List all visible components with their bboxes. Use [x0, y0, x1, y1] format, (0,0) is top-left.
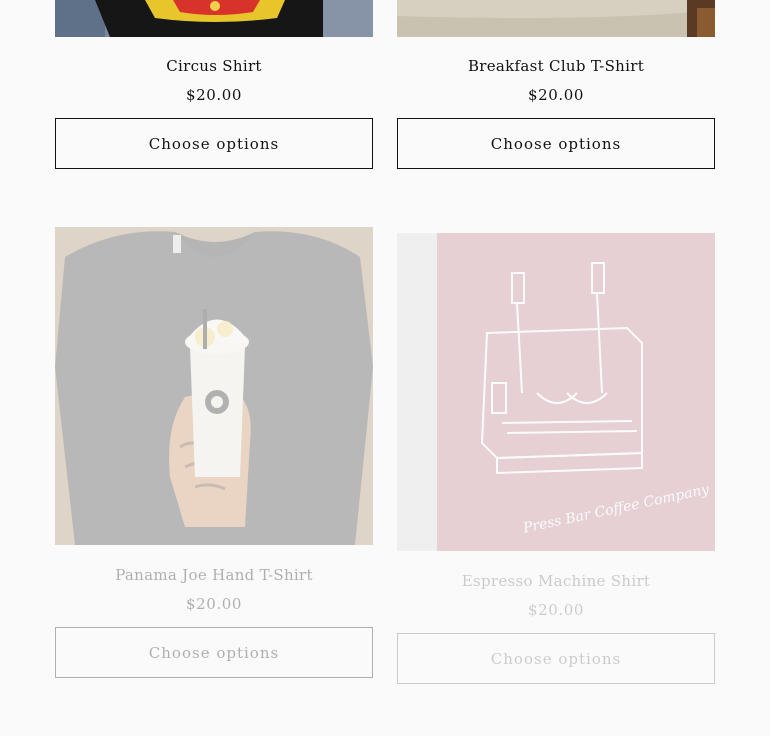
product-title[interactable]: Espresso Machine Shirt — [397, 572, 715, 590]
breakfast-club-shirt-photo — [397, 0, 715, 37]
product-title[interactable]: Circus Shirt — [55, 57, 373, 75]
panama-joe-shirt-photo — [55, 227, 373, 545]
product-title[interactable]: Breakfast Club T-Shirt — [397, 57, 715, 75]
product-price: $20.00 — [185, 86, 243, 104]
product-image[interactable] — [55, 0, 373, 37]
product-grid: Circus Shirt $20.00 Choose options Break… — [0, 0, 770, 736]
product-image[interactable] — [55, 227, 373, 545]
product-price: $20.00 — [185, 595, 243, 613]
product-card: Breakfast Club T-Shirt $20.00 Choose opt… — [397, 0, 715, 169]
product-card: Press Bar Coffee Company Espresso Machin… — [397, 233, 715, 684]
choose-options-button[interactable]: Choose options — [55, 118, 373, 169]
product-image[interactable] — [397, 0, 715, 37]
espresso-machine-shirt-photo: Press Bar Coffee Company — [397, 233, 715, 551]
choose-options-button[interactable]: Choose options — [397, 633, 715, 684]
product-price: $20.00 — [527, 601, 585, 619]
product-image[interactable]: Press Bar Coffee Company — [397, 233, 715, 551]
product-card: Panama Joe Hand T-Shirt $20.00 Choose op… — [55, 227, 373, 678]
product-card: Circus Shirt $20.00 Choose options — [55, 0, 373, 169]
product-price: $20.00 — [527, 86, 585, 104]
choose-options-button[interactable]: Choose options — [397, 118, 715, 169]
circus-shirt-photo — [55, 0, 373, 37]
choose-options-button[interactable]: Choose options — [55, 627, 373, 678]
product-title[interactable]: Panama Joe Hand T-Shirt — [55, 566, 373, 584]
